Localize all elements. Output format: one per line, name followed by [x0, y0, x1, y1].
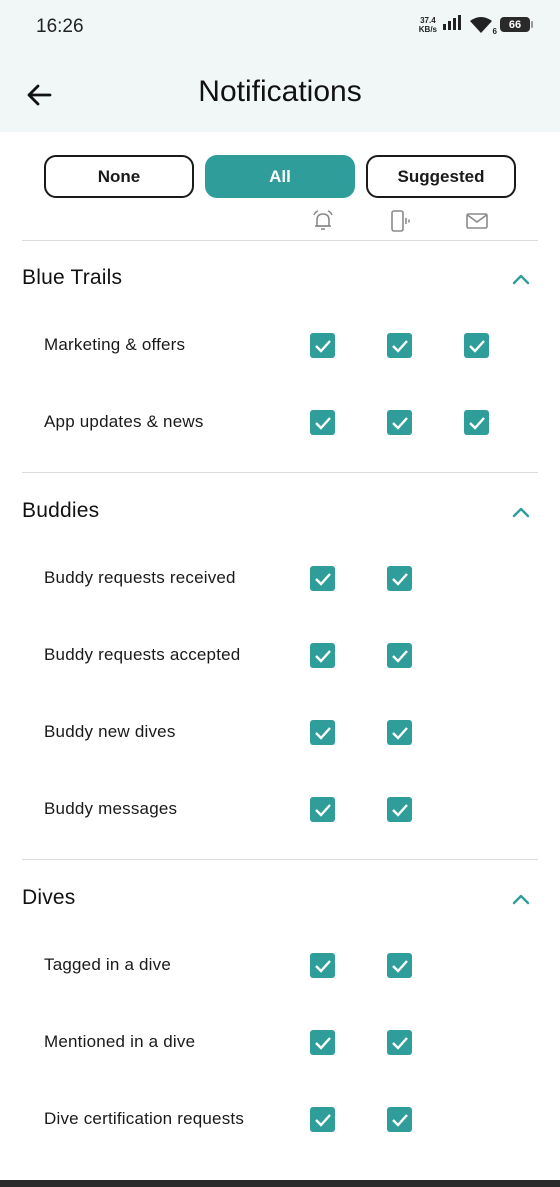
checkbox-buddy-messages-in-app[interactable] [387, 797, 412, 822]
check-icon [391, 803, 408, 817]
checkbox-app-updates-email[interactable] [464, 410, 489, 435]
check-icon [391, 416, 408, 430]
check-icon [314, 1113, 331, 1127]
chevron-up-icon [512, 507, 530, 518]
checkbox-tagged-in-dive-push[interactable] [310, 953, 335, 978]
check-icon [391, 959, 408, 973]
checkbox-buddy-requests-accepted-in-app[interactable] [387, 643, 412, 668]
row-label-buddy-requests-received: Buddy requests received [44, 568, 236, 587]
phone-vibrate-icon [387, 208, 413, 234]
divider [22, 859, 538, 860]
collapse-dives-button[interactable] [508, 886, 534, 912]
section-title-blue-trails: Blue Trails [22, 266, 123, 289]
divider [22, 472, 538, 473]
row-label-mentioned-in-dive: Mentioned in a dive [44, 1032, 196, 1051]
check-icon [391, 339, 408, 353]
preset-none-button[interactable]: None [44, 155, 194, 198]
wifi-icon: 6 [469, 16, 497, 36]
status-icons: 37.4 KB/s 6 66 [418, 14, 533, 36]
checkbox-tagged-in-dive-in-app[interactable] [387, 953, 412, 978]
check-icon [314, 649, 331, 663]
checkbox-marketing-in-app[interactable] [387, 333, 412, 358]
checkbox-marketing-email[interactable] [464, 333, 489, 358]
signal-icon [442, 14, 464, 35]
page-title: Notifications [198, 75, 362, 108]
mail-icon [464, 208, 490, 234]
checkbox-dive-certification-in-app[interactable] [387, 1107, 412, 1132]
check-icon [314, 572, 331, 586]
row-label-buddy-requests-accepted: Buddy requests accepted [44, 645, 241, 664]
check-icon [314, 959, 331, 973]
checkbox-buddy-requests-accepted-push[interactable] [310, 643, 335, 668]
checkbox-buddy-requests-received-push[interactable] [310, 566, 335, 591]
chevron-up-icon [512, 274, 530, 285]
collapse-buddies-button[interactable] [508, 499, 534, 525]
checkbox-buddy-new-dives-in-app[interactable] [387, 720, 412, 745]
checkbox-buddy-messages-push[interactable] [310, 797, 335, 822]
app-bar: 16:26 37.4 KB/s 6 66 Notifications [0, 0, 560, 132]
row-label-tagged-in-dive: Tagged in a dive [44, 955, 172, 974]
row-label-buddy-new-dives: Buddy new dives [44, 722, 176, 741]
divider [22, 240, 538, 241]
row-label-marketing: Marketing & offers [44, 335, 186, 354]
bell-icon [310, 208, 336, 234]
battery-indicator: 66 [500, 17, 533, 32]
chevron-up-icon [512, 894, 530, 905]
checkbox-buddy-new-dives-push[interactable] [310, 720, 335, 745]
checkbox-mentioned-in-dive-push[interactable] [310, 1030, 335, 1055]
checkbox-mentioned-in-dive-in-app[interactable] [387, 1030, 412, 1055]
check-icon [468, 339, 485, 353]
bottom-bar [0, 1180, 560, 1187]
row-label-app-updates: App updates & news [44, 412, 204, 431]
section-title-dives: Dives [22, 886, 76, 909]
check-icon [468, 416, 485, 430]
checkbox-marketing-push[interactable] [310, 333, 335, 358]
check-icon [391, 1036, 408, 1050]
check-icon [314, 416, 331, 430]
section-title-buddies: Buddies [22, 499, 100, 522]
check-icon [314, 803, 331, 817]
check-icon [314, 726, 331, 740]
check-icon [391, 726, 408, 740]
row-label-dive-certification-requests: Dive certification requests [44, 1109, 245, 1128]
collapse-blue-trails-button[interactable] [508, 266, 534, 292]
checkbox-app-updates-push[interactable] [310, 410, 335, 435]
checkbox-dive-certification-push[interactable] [310, 1107, 335, 1132]
check-icon [314, 1036, 331, 1050]
checkbox-buddy-requests-received-in-app[interactable] [387, 566, 412, 591]
check-icon [314, 339, 331, 353]
check-icon [391, 649, 408, 663]
network-speed: 37.4 KB/s [418, 15, 437, 34]
status-time: 16:26 [36, 16, 84, 37]
row-label-buddy-messages: Buddy messages [44, 799, 178, 818]
preset-all-button[interactable]: All [205, 155, 355, 198]
preset-suggested-button[interactable]: Suggested [366, 155, 516, 198]
check-icon [391, 1113, 408, 1127]
check-icon [391, 572, 408, 586]
checkbox-app-updates-in-app[interactable] [387, 410, 412, 435]
